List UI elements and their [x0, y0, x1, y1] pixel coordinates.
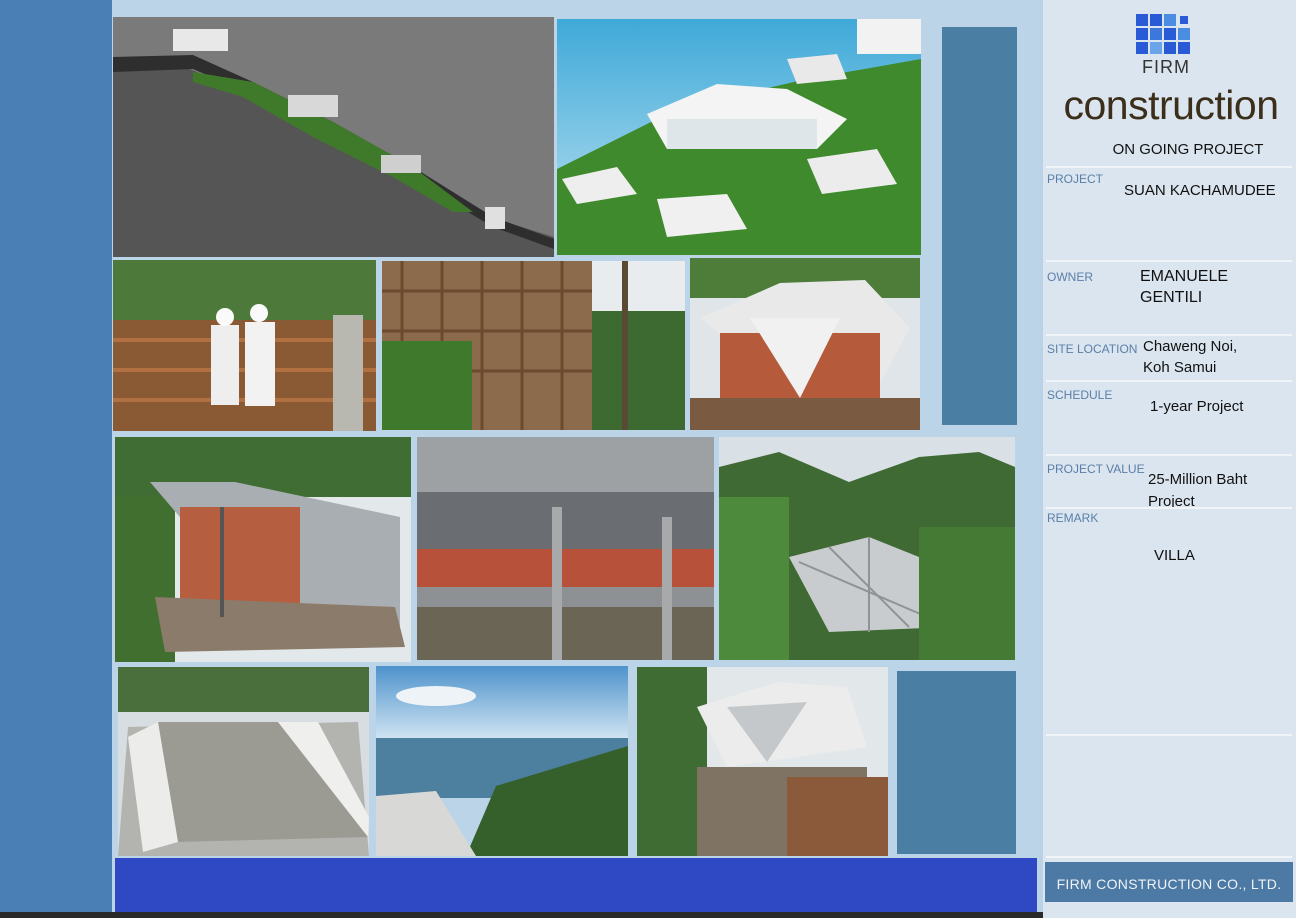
decorative-panel-right — [942, 27, 1017, 425]
photo-angular-wall — [115, 437, 411, 662]
separator — [1046, 260, 1292, 262]
site-location-line2: Koh Samui — [1143, 359, 1217, 376]
photo-brick-structure — [690, 258, 920, 430]
project-value: SUAN KACHAMUDEE — [1124, 182, 1276, 199]
project-info-sidebar — [1043, 0, 1296, 918]
separator — [1046, 734, 1292, 736]
logo-text: FIRM — [1142, 57, 1190, 77]
owner-label: OWNER — [1047, 270, 1093, 284]
project-status-heading: ON GOING PROJECT — [1112, 141, 1264, 158]
photo-pool-construction — [118, 667, 369, 856]
owner-value-line2: GENTILI — [1140, 289, 1203, 306]
brand-title: construction — [1063, 82, 1279, 128]
separator — [1046, 507, 1292, 509]
project-value-line1: 25-Million Baht — [1148, 471, 1248, 488]
photo-concrete-frame — [417, 437, 714, 660]
photo-roof-framing — [719, 437, 1015, 660]
bottom-blue-bar — [115, 858, 1037, 912]
company-footer: FIRM CONSTRUCTION CO., LTD. — [1045, 862, 1293, 902]
schedule-label: SCHEDULE — [1047, 388, 1113, 402]
photo-villa-render — [557, 19, 921, 255]
photo-engineers-site — [113, 260, 376, 431]
schedule-value: 1-year Project — [1150, 398, 1244, 415]
photo-sea-view — [376, 666, 628, 856]
separator — [1046, 454, 1292, 456]
remark-label: REMARK — [1047, 511, 1099, 525]
project-value-label: PROJECT VALUE — [1047, 462, 1145, 476]
left-blue-band — [0, 0, 112, 918]
project-label: PROJECT — [1047, 172, 1104, 186]
separator — [1046, 380, 1292, 382]
site-location-line1: Chaweng Noi, — [1143, 338, 1238, 355]
remark-value: VILLA — [1154, 547, 1195, 564]
owner-value-line1: EMANUELE — [1140, 268, 1229, 285]
separator — [1046, 856, 1292, 858]
photo-villa-facade — [637, 667, 888, 856]
site-location-label: SITE LOCATION — [1047, 342, 1138, 356]
photo-section-render — [113, 17, 554, 257]
separator — [1046, 166, 1292, 168]
firm-logo-icon — [1136, 14, 1196, 58]
photo-scaffolding — [382, 261, 685, 430]
decorative-panel-bottom — [897, 671, 1016, 854]
